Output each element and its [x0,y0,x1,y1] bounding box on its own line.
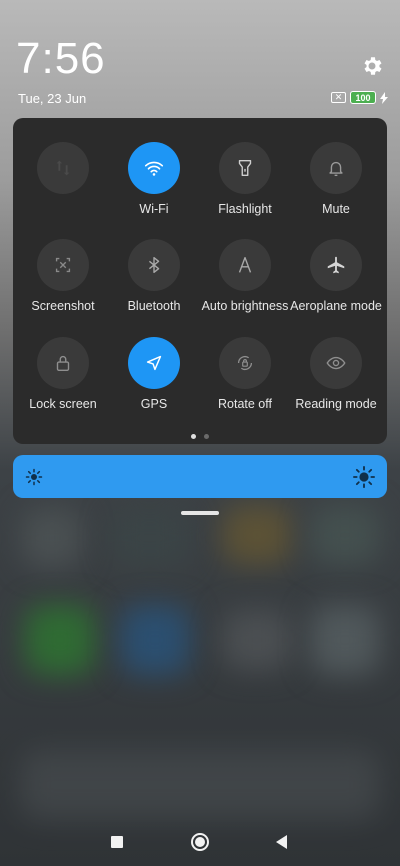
blurred-app-icon [310,505,380,565]
blurred-app-icon [22,508,82,568]
mobile-data-icon [37,142,89,194]
no-sim-icon: ✕ [331,92,346,103]
back-button[interactable] [276,835,287,849]
page-dot-active[interactable] [191,434,196,439]
tile-gps[interactable]: GPS [106,337,202,427]
tile-label: GPS [140,397,168,411]
recents-button[interactable] [111,836,123,848]
tile-label: Reading mode [295,397,377,411]
brightness-slider[interactable] [13,455,387,498]
tile-label: Rotate off [218,397,272,411]
tile-mobile-data[interactable] [15,142,111,232]
lock-icon [37,337,89,389]
bell-icon [310,142,362,194]
tile-label: Flashlight [218,202,272,216]
tile-label: Lock screen [29,397,97,411]
clock-time: 7:56 [16,34,106,83]
navigation-bar [0,826,400,858]
page-dot[interactable] [204,434,209,439]
tile-aeroplane-mode[interactable]: Aeroplane mode [288,239,384,329]
tile-bluetooth[interactable]: Bluetooth [106,239,202,329]
eye-icon [310,337,362,389]
clock-date: Tue, 23 Jun [18,91,87,106]
location-arrow-icon [128,337,180,389]
tile-screenshot[interactable]: Screenshot [15,239,111,329]
airplane-icon [310,239,362,291]
tile-label: Bluetooth [127,299,181,313]
bluetooth-icon [128,239,180,291]
tile-mute[interactable]: Mute [288,142,384,232]
blurred-app-icon [120,605,190,675]
blurred-app-icon [310,605,380,675]
tile-label: Auto brightness [201,299,289,313]
blurred-app-icon [222,610,292,670]
tile-label: Aeroplane mode [290,299,382,313]
charging-bolt-icon [380,91,388,104]
tile-wifi[interactable]: Wi-Fi [106,142,202,232]
blurred-app-icon [25,605,95,675]
screenshot-icon [37,239,89,291]
tile-auto-brightness[interactable]: Auto brightness [197,239,293,329]
blurred-app-icon [110,508,190,568]
rotate-lock-icon [219,337,271,389]
battery-icon: 100 [350,91,376,104]
tile-rotate-off[interactable]: Rotate off [197,337,293,427]
brightness-high-icon [353,466,375,488]
status-icons: ✕ 100 [331,91,388,104]
wifi-icon [128,142,180,194]
blurred-app-icon [222,505,292,565]
tile-flashlight[interactable]: Flashlight [197,142,293,232]
battery-level: 100 [355,92,371,103]
tile-lock-screen[interactable]: Lock screen [15,337,111,427]
tile-reading-mode[interactable]: Reading mode [288,337,384,427]
tile-label: Screenshot [31,299,95,313]
quick-settings-panel: Wi-Fi Flashlight Mute Screenshot Bluetoo… [13,118,387,444]
home-button[interactable] [191,833,209,851]
tile-label: Mute [322,202,350,216]
auto-brightness-icon [219,239,271,291]
page-indicator[interactable] [0,434,400,439]
gear-icon[interactable] [360,54,384,78]
flashlight-icon [219,142,271,194]
brightness-low-icon [25,468,43,486]
blurred-dock [20,750,380,820]
tile-label: Wi-Fi [139,202,169,216]
drag-handle[interactable] [181,511,219,515]
